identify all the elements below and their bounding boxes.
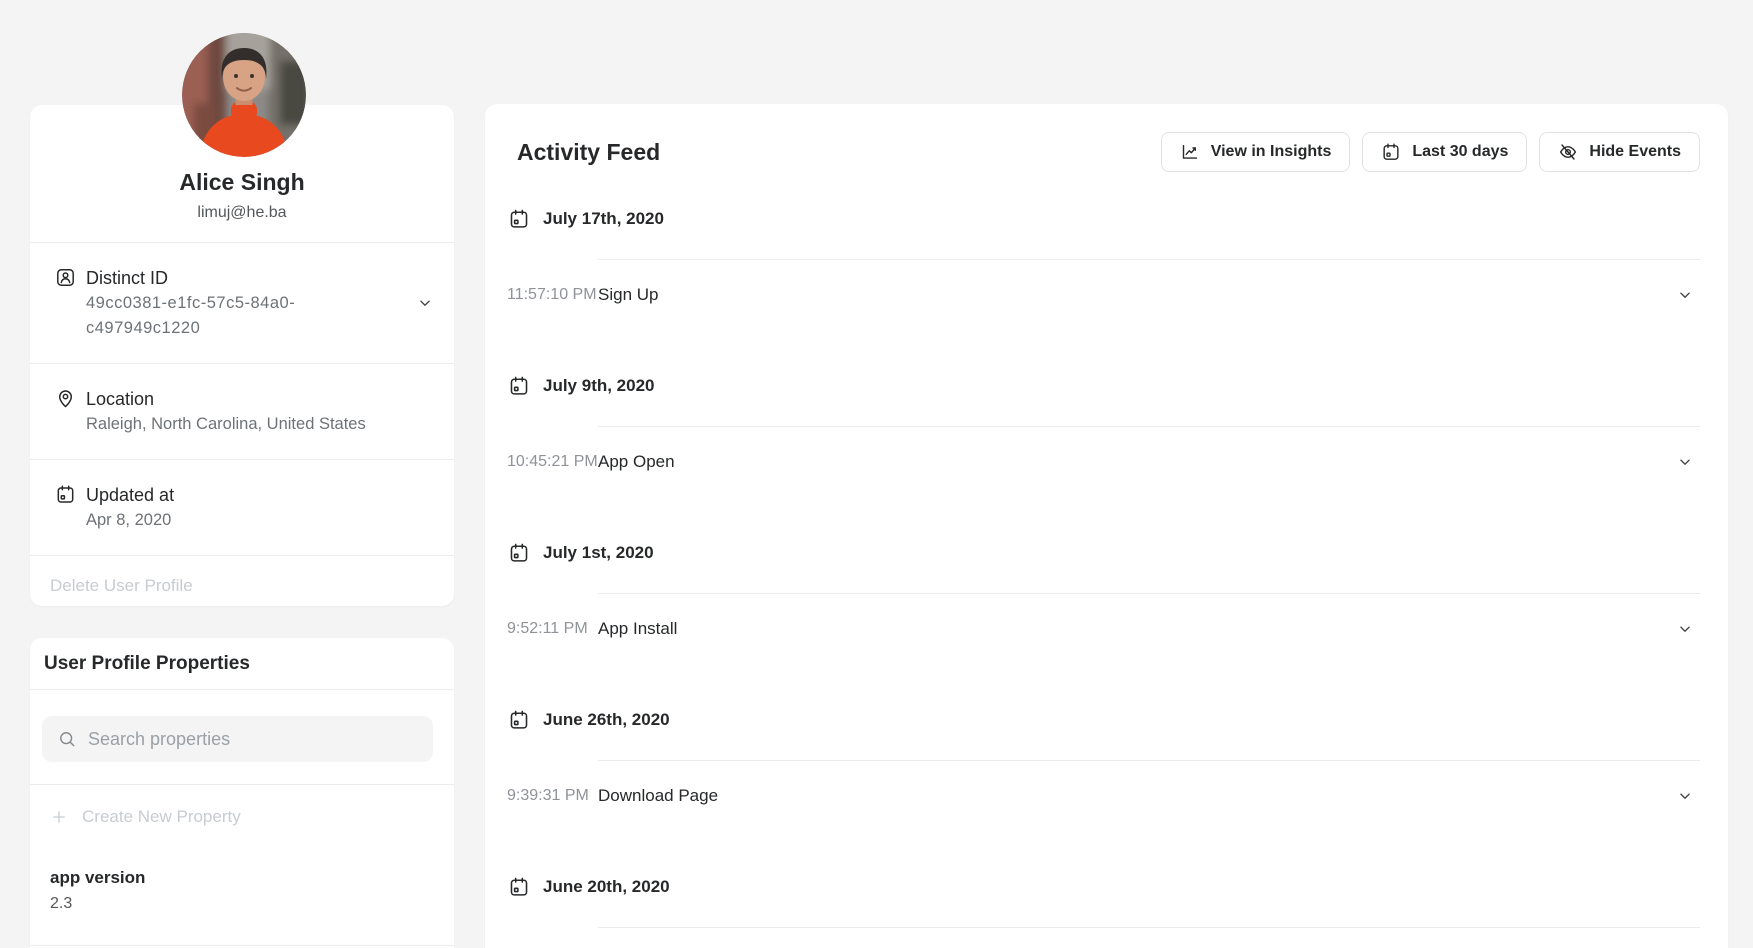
calendar-icon	[508, 709, 530, 731]
delete-row: Delete User Profile	[30, 556, 454, 615]
calendar-icon	[1381, 142, 1401, 162]
event-time: 11:57:10 PM	[507, 286, 598, 304]
property-name: app version	[50, 865, 434, 891]
activity-feed-card: Activity Feed View in Insights Last 30 d…	[485, 104, 1728, 948]
feed-button-label: View in Insights	[1211, 143, 1332, 161]
search-properties-input[interactable]	[88, 729, 418, 750]
activity-feed-title: Activity Feed	[517, 139, 660, 166]
profile-field-row: Location Raleigh, North Carolina, United…	[30, 364, 454, 460]
avatar-photo	[182, 33, 306, 157]
chevron-down-icon[interactable]	[416, 294, 434, 312]
calendar-icon	[508, 208, 530, 230]
feed-date-row: July 1st, 2020	[507, 533, 1700, 573]
delete-user-profile-button[interactable]: Delete User Profile	[50, 576, 193, 596]
event-row[interactable]: 11:57:10 PM Sign Up	[507, 259, 1700, 331]
feed-date-group: July 9th, 2020 10:45:21 PM App Open	[507, 366, 1700, 498]
feed-date-label: June 26th, 2020	[543, 710, 670, 730]
avatar	[182, 33, 306, 157]
feed-date-label: July 17th, 2020	[543, 209, 664, 229]
user-email: limuj@he.ba	[30, 201, 454, 225]
search-icon	[57, 729, 77, 749]
field-value: Raleigh, North Carolina, United States	[86, 412, 386, 437]
feed-events: 10:45:21 PM App Open	[507, 426, 1700, 498]
property-list: app version 2.3	[30, 849, 454, 946]
location-pin-icon	[55, 388, 76, 409]
profile-sidebar: Alice Singh limuj@he.ba Distinct ID 49cc…	[30, 105, 454, 948]
feed-button-last-30-days[interactable]: Last 30 days	[1362, 132, 1527, 172]
event-time: 10:45:21 PM	[507, 453, 598, 471]
chevron-down-icon[interactable]	[1676, 453, 1694, 471]
plus-icon	[50, 808, 68, 826]
feed-date-row: June 26th, 2020	[507, 700, 1700, 740]
create-new-property-button[interactable]: Create New Property	[30, 785, 454, 849]
activity-feed-header: Activity Feed View in Insights Last 30 d…	[507, 132, 1700, 172]
profile-fields: Distinct ID 49cc0381-e1fc-57c5-84a0-c497…	[30, 242, 454, 556]
property-item[interactable]: app version 2.3	[30, 849, 454, 946]
chevron-down-icon[interactable]	[1676, 620, 1694, 638]
event-row[interactable]: 9:39:31 PM Download Page	[507, 760, 1700, 832]
profile-field-row: Updated at Apr 8, 2020	[30, 460, 454, 556]
eye-off-icon	[1558, 142, 1578, 162]
event-name: Sign Up	[598, 285, 1676, 305]
feed-button-view-in-insights[interactable]: View in Insights	[1161, 132, 1351, 172]
properties-title: User Profile Properties	[30, 638, 454, 690]
feed-date-group: July 17th, 2020 11:57:10 PM Sign Up	[507, 199, 1700, 331]
field-label: Location	[86, 386, 434, 412]
field-value: 49cc0381-e1fc-57c5-84a0-c497949c1220	[86, 291, 386, 341]
event-row-partial	[507, 927, 1700, 948]
user-profile-properties-card: User Profile Properties Create New Prope…	[30, 638, 454, 948]
feed-date-row: June 20th, 2020	[507, 867, 1700, 907]
line-chart-icon	[1180, 142, 1200, 162]
feed-date-group: June 26th, 2020 9:39:31 PM Download Page	[507, 700, 1700, 832]
chevron-down-icon[interactable]	[1676, 286, 1694, 304]
feed-date-row: July 9th, 2020	[507, 366, 1700, 406]
feed-date-row: July 17th, 2020	[507, 199, 1700, 239]
user-name: Alice Singh	[30, 165, 454, 199]
calendar-icon	[508, 876, 530, 898]
event-name: App Open	[598, 452, 1676, 472]
feed-buttons: View in Insights Last 30 days Hide Event…	[1161, 132, 1700, 172]
field-label: Distinct ID	[86, 265, 406, 291]
event-name: Download Page	[598, 786, 1676, 806]
feed-groups: July 17th, 2020 11:57:10 PM Sign Up July…	[507, 199, 1700, 948]
search-row	[30, 690, 454, 785]
feed-events: 9:39:31 PM Download Page	[507, 760, 1700, 832]
event-name: App Install	[598, 619, 1676, 639]
feed-date-label: July 1st, 2020	[543, 543, 654, 563]
chevron-down-icon[interactable]	[1676, 787, 1694, 805]
feed-date-group: July 1st, 2020 9:52:11 PM App Install	[507, 533, 1700, 665]
feed-events: 11:57:10 PM Sign Up	[507, 259, 1700, 331]
feed-events: 9:52:11 PM App Install	[507, 593, 1700, 665]
event-row[interactable]: 10:45:21 PM App Open	[507, 426, 1700, 498]
field-value: Apr 8, 2020	[86, 508, 386, 533]
feed-date-label: June 20th, 2020	[543, 877, 670, 897]
property-value: 2.3	[50, 891, 434, 916]
field-label: Updated at	[86, 482, 434, 508]
event-time: 9:52:11 PM	[507, 620, 598, 638]
feed-date-label: July 9th, 2020	[543, 376, 655, 396]
feed-button-label: Last 30 days	[1412, 143, 1508, 161]
create-new-property-label: Create New Property	[82, 807, 241, 827]
calendar-icon	[508, 542, 530, 564]
event-row[interactable]: 9:52:11 PM App Install	[507, 593, 1700, 665]
calendar-icon	[508, 375, 530, 397]
search-properties-box[interactable]	[42, 716, 433, 762]
profile-field-row: Distinct ID 49cc0381-e1fc-57c5-84a0-c497…	[30, 243, 454, 364]
event-time: 9:39:31 PM	[507, 787, 598, 805]
feed-events	[507, 927, 1700, 948]
feed-date-group: June 20th, 2020	[507, 867, 1700, 948]
feed-button-hide-events[interactable]: Hide Events	[1539, 132, 1700, 172]
id-card-icon	[55, 267, 76, 288]
user-profile-card: Alice Singh limuj@he.ba Distinct ID 49cc…	[30, 105, 454, 606]
feed-button-label: Hide Events	[1589, 143, 1681, 161]
calendar-icon	[55, 484, 76, 505]
page: Alice Singh limuj@he.ba Distinct ID 49cc…	[0, 0, 1753, 948]
